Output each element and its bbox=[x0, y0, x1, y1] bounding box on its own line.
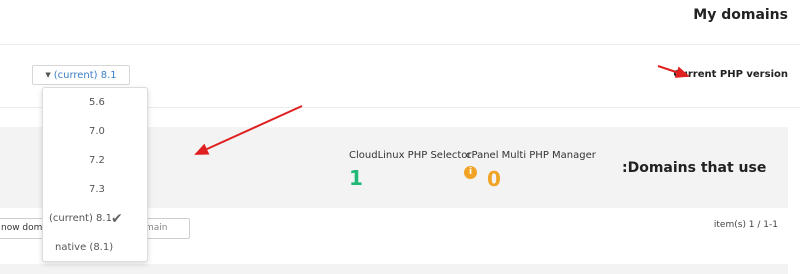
menu-item-label: 7.3 bbox=[89, 184, 105, 195]
php-version-select-value: (current) 8.1 bbox=[53, 69, 117, 81]
php-version-menu: 5.6 7.0 7.2 7.3 (current) 8.1 ✔ native (… bbox=[42, 87, 148, 262]
current-php-version-label: Current PHP version bbox=[673, 69, 788, 80]
menu-item-label: 5.6 bbox=[89, 97, 105, 108]
cpanel-domain-count: 0 bbox=[487, 167, 501, 191]
show-domains-button[interactable]: now doma bbox=[0, 218, 48, 239]
menu-item-native-8-1[interactable]: native (8.1) bbox=[43, 233, 147, 262]
caret-down-icon: ▼ bbox=[45, 71, 51, 79]
domains-that-use-heading: :Domains that use bbox=[622, 160, 767, 176]
menu-item-5-6[interactable]: 5.6 bbox=[43, 88, 147, 117]
php-version-select[interactable]: ▼ (current) 8.1 bbox=[32, 65, 130, 85]
page-title: My domains bbox=[693, 7, 788, 23]
info-icon[interactable]: i bbox=[464, 166, 477, 179]
items-count: item(s) 1 / 1-1 bbox=[713, 220, 778, 230]
menu-item-7-0[interactable]: 7.0 bbox=[43, 117, 147, 146]
menu-item-label: 7.2 bbox=[89, 155, 105, 166]
checkmark-icon: ✔ bbox=[111, 210, 123, 227]
menu-item-7-3[interactable]: 7.3 bbox=[43, 175, 147, 204]
menu-item-label: native (8.1) bbox=[55, 242, 114, 253]
cpanel-manager-label: cPanel Multi PHP Manager bbox=[466, 150, 596, 161]
divider bbox=[0, 44, 800, 45]
cloudlinux-domain-count: 1 bbox=[349, 166, 363, 190]
menu-item-current-8-1[interactable]: (current) 8.1 ✔ bbox=[43, 204, 147, 233]
menu-item-7-2[interactable]: 7.2 bbox=[43, 146, 147, 175]
cloudlinux-selector-label: CloudLinux PHP Selector bbox=[349, 150, 472, 161]
menu-item-label: 7.0 bbox=[89, 126, 105, 137]
menu-item-label: (current) 8.1 bbox=[49, 213, 112, 224]
table-area bbox=[0, 264, 788, 274]
